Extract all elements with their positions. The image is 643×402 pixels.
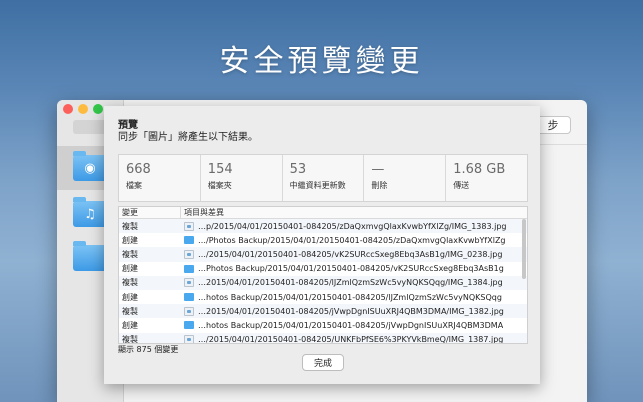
table-row[interactable]: 複製 …2015/04/01/20150401-084205/lJZmlQzmSz… (119, 275, 527, 290)
stat-value: 668 (126, 162, 151, 177)
change-type: 複製 (122, 221, 138, 231)
item-path: …Photos Backup/2015/04/01/20150401-08420… (198, 264, 504, 274)
change-type: 複製 (122, 278, 138, 288)
photo-icon (184, 335, 194, 343)
stats-panel: 668 檔案 154 檔案夾 53 中繼資料更新數 — 刪除 1.68 GB 傳… (118, 154, 528, 202)
column-header-change[interactable]: 變更 (119, 207, 181, 218)
stat-files: 668 檔案 (119, 155, 201, 201)
item-path: …2015/04/01/20150401-084205/lJZmlQzmSzWc… (198, 278, 503, 288)
table-row[interactable]: 複製 …p/2015/04/01/20150401-084205/zDaQxmvg… (119, 219, 527, 234)
music-folder-icon: ♫ (73, 197, 107, 227)
photo-icon (184, 306, 194, 316)
change-type: 複製 (122, 249, 138, 259)
change-type: 創建 (122, 264, 138, 274)
stat-metadata-updates: 53 中繼資料更新數 (283, 155, 365, 201)
item-path: …hotos Backup/2015/04/01/20150401-084205… (198, 292, 502, 302)
item-path: …/Photos Backup/2015/04/01/20150401-0842… (198, 235, 506, 245)
stat-label: 傳送 (453, 181, 470, 190)
table-row[interactable]: 創建 …hotos Backup/2015/04/01/20150401-0842… (119, 318, 527, 332)
stat-deletions: — 刪除 (364, 155, 447, 201)
close-window-button[interactable] (63, 104, 73, 114)
stat-label: 檔案夾 (207, 181, 232, 190)
photo-icon (184, 278, 194, 288)
sheet-subtitle: 同步「圖片」將產生以下結果。 (118, 132, 258, 143)
photo-icon (184, 249, 194, 259)
change-type: 創建 (122, 235, 138, 245)
folder-icon (184, 264, 194, 273)
item-path: …hotos Backup/2015/04/01/20150401-084205… (198, 320, 504, 330)
table-row[interactable]: 複製 …/2015/04/01/20150401-084205/UNKFbPfSE… (119, 332, 527, 344)
table-row[interactable]: 創建 …Photos Backup/2015/04/01/20150401-084… (119, 262, 527, 276)
table-header: 變更 項目與差異 (119, 207, 527, 219)
table-row[interactable]: 創建 …/Photos Backup/2015/04/01/20150401-08… (119, 233, 527, 247)
table-row[interactable]: 創建 …hotos Backup/2015/04/01/20150401-0842… (119, 290, 527, 304)
stat-value: 1.68 GB (453, 162, 506, 177)
folder-icon (73, 241, 107, 271)
item-path: …p/2015/04/01/20150401-084205/zDaQxmvgQl… (198, 221, 507, 231)
table-body: 複製 …p/2015/04/01/20150401-084205/zDaQxmvg… (119, 219, 527, 344)
zoom-window-button[interactable] (93, 104, 103, 114)
item-path: …/2015/04/01/20150401-084205/UNKFbPfSE6%… (198, 335, 504, 344)
stat-value: 154 (207, 162, 233, 177)
table-row[interactable]: 複製 …/2015/04/01/20150401-084205/vK2SURccS… (119, 247, 527, 262)
stat-label: 中繼資料更新數 (289, 181, 346, 190)
changes-table[interactable]: 變更 項目與差異 複製 …p/2015/04/01/20150401-084205… (118, 206, 528, 344)
stat-folders: 154 檔案夾 (201, 155, 283, 201)
done-button[interactable]: 完成 (302, 354, 344, 371)
stat-label: 刪除 (371, 181, 388, 190)
camera-folder-icon: ◉ (73, 151, 107, 181)
stat-value: — (371, 162, 385, 177)
preview-sheet: 預覽 同步「圖片」將產生以下結果。 668 檔案 154 檔案夾 53 中繼資料… (104, 106, 540, 384)
table-row[interactable]: 複製 …2015/04/01/20150401-084205/jVwpDgnISU… (119, 304, 527, 319)
stat-transfer: 1.68 GB 傳送 (446, 155, 527, 201)
sync-button[interactable]: 步 (535, 116, 571, 134)
folder-icon (184, 236, 194, 245)
stat-label: 檔案 (126, 181, 142, 190)
change-type: 創建 (122, 320, 138, 330)
column-header-item[interactable]: 項目與差異 (181, 207, 224, 218)
headline: 安全預覽變更 (219, 44, 424, 79)
photo-icon (184, 221, 194, 231)
item-path: …2015/04/01/20150401-084205/jVwpDgnISUuX… (198, 306, 504, 316)
folder-icon (184, 321, 194, 330)
folder-icon (184, 293, 194, 302)
change-type: 創建 (122, 292, 138, 302)
item-path: …/2015/04/01/20150401-084205/vK2SURccSxe… (198, 249, 503, 259)
change-count: 顯示 875 個變更 (118, 345, 179, 354)
change-type: 複製 (122, 335, 138, 344)
change-type: 複製 (122, 306, 138, 316)
minimize-window-button[interactable] (78, 104, 88, 114)
scrollbar[interactable] (522, 219, 526, 279)
stat-value: 53 (289, 162, 307, 177)
